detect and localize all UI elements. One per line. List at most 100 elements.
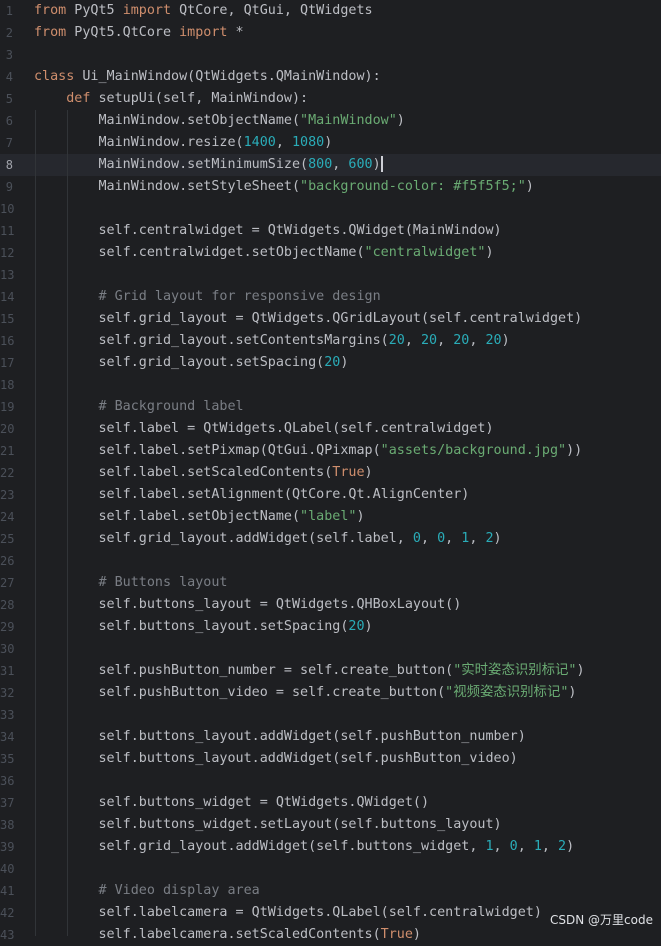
code-token: True <box>332 465 365 480</box>
code-text: self.label = QtWidgets.QLabel(self.centr… <box>34 418 493 440</box>
code-line[interactable]: 27 # Buttons layout <box>0 572 661 594</box>
code-line[interactable]: 35 self.buttons_layout.addWidget(self.pu… <box>0 748 661 770</box>
line-number: 15 <box>0 312 15 326</box>
code-token: self.grid_layout.addWidget(self.buttons_… <box>34 839 486 854</box>
code-token: from <box>34 3 67 18</box>
code-line[interactable]: 7 MainWindow.resize(1400, 1080) <box>0 132 661 154</box>
code-line[interactable]: 9 MainWindow.setStyleSheet("background-c… <box>0 176 661 198</box>
code-line[interactable]: 23 self.label.setAlignment(QtCore.Qt.Ali… <box>0 484 661 506</box>
code-line[interactable]: 15 self.grid_layout = QtWidgets.QGridLay… <box>0 308 661 330</box>
code-line[interactable]: 13 <box>0 264 661 286</box>
code-token: self.grid_layout.setSpacing( <box>34 355 325 370</box>
line-number: 30 <box>0 642 15 656</box>
code-token: PyQt5.QtCore <box>66 25 180 40</box>
line-number: 38 <box>0 818 15 832</box>
line-number: 5 <box>5 92 13 106</box>
code-token: ) <box>356 509 365 524</box>
watermark: CSDN @万里code <box>550 913 653 927</box>
line-number: 36 <box>0 774 15 788</box>
code-token: ) <box>525 179 534 194</box>
line-number: 29 <box>0 620 15 634</box>
code-text: self.buttons_layout = QtWidgets.QHBoxLay… <box>34 594 461 616</box>
code-token: self.labelcamera = QtWidgets.QLabel(self… <box>34 905 542 920</box>
code-token: , <box>420 531 438 546</box>
code-text: self.label.setObjectName("label") <box>34 506 365 528</box>
line-number: 12 <box>0 246 15 260</box>
code-line[interactable]: 8 MainWindow.setMinimumSize(800, 600) <box>0 154 661 176</box>
line-number: 27 <box>0 576 15 590</box>
code-line[interactable]: 17 self.grid_layout.setSpacing(20) <box>0 352 661 374</box>
code-line[interactable]: 25 self.grid_layout.addWidget(self.label… <box>0 528 661 550</box>
code-line[interactable]: 21 self.label.setPixmap(QtGui.QPixmap("a… <box>0 440 661 462</box>
code-text: self.labelcamera.setScaledContents(True) <box>34 924 421 946</box>
code-text: # Background label <box>34 396 243 418</box>
code-token: ) <box>396 113 405 128</box>
code-line[interactable]: 5 def setupUi(self, MainWindow): <box>0 88 661 110</box>
code-line[interactable]: 4 class Ui_MainWindow(QtWidgets.QMainWind… <box>0 66 661 88</box>
code-text: MainWindow.setObjectName("MainWindow") <box>34 110 405 132</box>
code-line[interactable]: 24 self.label.setObjectName("label") <box>0 506 661 528</box>
code-line[interactable]: 14 # Grid layout for responsive design <box>0 286 661 308</box>
code-token: , <box>493 839 510 854</box>
code-token: ) <box>568 685 577 700</box>
code-text: self.buttons_widget = QtWidgets.QWidget(… <box>34 792 429 814</box>
code-token: self.label.setScaledContents( <box>34 465 333 480</box>
line-number: 20 <box>0 422 15 436</box>
code-line[interactable]: 36 <box>0 770 661 792</box>
code-line[interactable]: 10 <box>0 198 661 220</box>
code-line[interactable]: 11 self.centralwidget = QtWidgets.QWidge… <box>0 220 661 242</box>
code-editor[interactable]: 1 from PyQt5 import QtCore, QtGui, QtWidg… <box>0 0 661 942</box>
code-line[interactable]: 16 self.grid_layout.setContentsMargins(2… <box>0 330 661 352</box>
code-text: self.label.setAlignment(QtCore.Qt.AlignC… <box>34 484 469 506</box>
code-line[interactable]: 32 self.pushButton_video = self.create_b… <box>0 682 661 704</box>
code-token: self.labelcamera.setScaledContents( <box>34 927 381 942</box>
code-line[interactable]: 39 self.grid_layout.addWidget(self.butto… <box>0 836 661 858</box>
code-line[interactable]: 20 self.label = QtWidgets.QLabel(self.ce… <box>0 418 661 440</box>
code-text: self.buttons_layout.setSpacing(20) <box>34 616 372 638</box>
code-line[interactable]: 18 <box>0 374 661 396</box>
line-number: 35 <box>0 752 15 766</box>
code-text: MainWindow.resize(1400, 1080) <box>34 132 332 154</box>
code-token: , <box>275 135 292 150</box>
code-text: self.grid_layout.setContentsMargins(20, … <box>34 330 509 352</box>
code-line[interactable]: 3 <box>0 44 661 66</box>
line-number: 32 <box>0 686 15 700</box>
line-number: 10 <box>0 202 15 216</box>
line-number: 37 <box>0 796 15 810</box>
code-line[interactable]: 31 self.pushButton_number = self.create_… <box>0 660 661 682</box>
code-line[interactable]: 2 from PyQt5.QtCore import * <box>0 22 661 44</box>
code-line[interactable]: 34 self.buttons_layout.addWidget(self.pu… <box>0 726 661 748</box>
code-text: self.label.setPixmap(QtGui.QPixmap("asse… <box>34 440 582 462</box>
line-number: 33 <box>0 708 15 722</box>
code-line[interactable]: 40 <box>0 858 661 880</box>
code-line[interactable]: 28 self.buttons_layout = QtWidgets.QHBox… <box>0 594 661 616</box>
code-line[interactable]: 1 from PyQt5 import QtCore, QtGui, QtWidg… <box>0 0 661 22</box>
code-token: , <box>541 839 559 854</box>
code-token: # Grid layout for responsive design <box>34 289 381 304</box>
code-line[interactable]: 6 MainWindow.setObjectName("MainWindow") <box>0 110 661 132</box>
code-token: def <box>66 91 91 106</box>
code-token: self.label.setPixmap(QtGui.QPixmap( <box>34 443 381 458</box>
code-line[interactable]: 26 <box>0 550 661 572</box>
code-line[interactable]: 33 <box>0 704 661 726</box>
code-token: self.label.setAlignment(QtCore.Qt.AlignC… <box>34 487 470 502</box>
line-number: 23 <box>0 488 15 502</box>
code-token: self.label.setObjectName( <box>34 509 301 524</box>
code-line[interactable]: 38 self.buttons_widget.setLayout(self.bu… <box>0 814 661 836</box>
code-line[interactable]: 12 self.centralwidget.setObjectName("cen… <box>0 242 661 264</box>
code-token: 20 <box>348 619 365 634</box>
code-line[interactable]: 41 # Video display area <box>0 880 661 902</box>
code-token: "centralwidget" <box>364 245 486 260</box>
code-token: # Buttons layout <box>34 575 228 590</box>
code-line[interactable]: 37 self.buttons_widget = QtWidgets.QWidg… <box>0 792 661 814</box>
code-line[interactable]: 29 self.buttons_layout.setSpacing(20) <box>0 616 661 638</box>
code-token: 0 <box>412 531 421 546</box>
line-number: 21 <box>0 444 15 458</box>
code-token: self.buttons_widget.setLayout(self.butto… <box>34 817 502 832</box>
code-line[interactable]: 22 self.label.setScaledContents(True) <box>0 462 661 484</box>
code-line[interactable]: 19 # Background label <box>0 396 661 418</box>
code-text: class Ui_MainWindow(QtWidgets.QMainWindo… <box>34 66 381 88</box>
code-token: "视频姿态识别标记" <box>445 685 569 700</box>
line-number: 28 <box>0 598 15 612</box>
code-line[interactable]: 30 <box>0 638 661 660</box>
